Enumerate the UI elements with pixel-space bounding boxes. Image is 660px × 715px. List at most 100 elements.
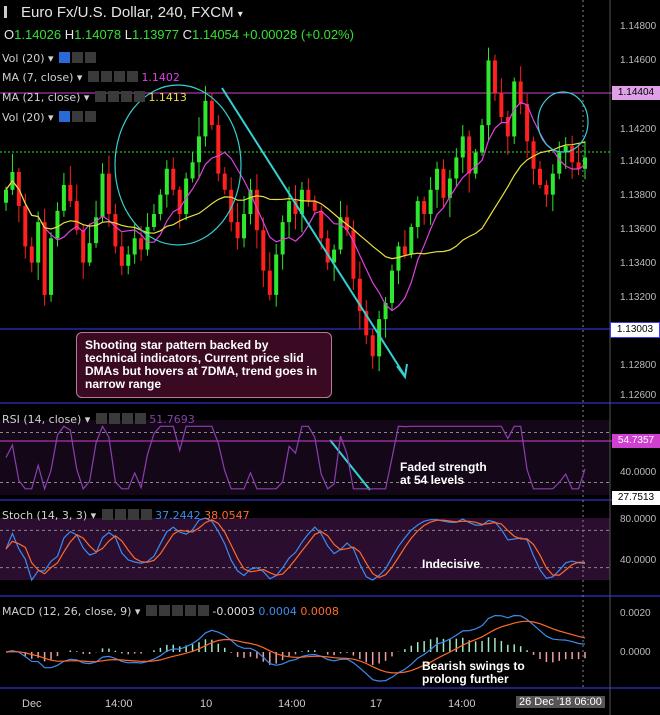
support-tag: 1.13003 [610,322,660,338]
candle-body [190,162,195,179]
vol2-legend[interactable]: Vol (20) ▾ [2,111,97,124]
candle-body [312,201,317,211]
stoch-legend[interactable]: Stoch (14, 3, 3) ▾ 37.2442 38.0547 [2,509,250,522]
rsi-band [0,420,610,495]
candle-body [113,214,118,247]
candle-body [87,243,92,263]
candle-body [145,226,150,250]
candle-body [235,222,240,239]
ma21-legend[interactable]: MA (21, close) ▾ 1.1413 [2,91,187,104]
stoch-band [0,518,610,580]
candle-body [396,246,401,271]
stoch-annotation: Indecisive [422,557,481,571]
candle-body [55,210,60,239]
candle-body [435,168,440,190]
candle-body [158,194,163,215]
candle-body [467,136,472,174]
candle-body [177,189,182,215]
candle-body [460,136,465,158]
candle-body [287,201,292,223]
candle-body [486,60,491,126]
stoch-tick: 40.0000 [620,555,657,566]
candle-body [518,81,523,105]
macd-legend[interactable]: MACD (12, 26, close, 9) ▾ -0.0003 0.0004… [2,605,339,618]
candle-body [402,246,407,255]
price-tick: 1.14000 [620,156,657,167]
candle-body [4,189,8,203]
price-tick: 1.12600 [620,390,657,401]
x-tick: 17 [370,698,383,710]
candle-body [42,222,47,295]
highlight-ellipse [537,91,589,153]
macd-annotation: Bearish swings to prolong further [422,659,525,686]
candle-body [415,201,420,227]
candle-body [106,173,111,215]
price-tick: 1.14800 [620,21,657,32]
candle-body [100,173,105,218]
rsi-tag: 54.7357 [612,434,660,448]
candle-body [441,168,446,198]
rsi-legend[interactable]: RSI (14, close) ▾ 51.7693 [2,413,195,426]
candle-body [409,226,414,255]
x-tick: 14:00 [105,698,133,710]
candle-body [319,210,324,239]
price-tick: 1.14600 [620,55,657,66]
candle-body [274,254,279,295]
candle-body [61,184,66,211]
candle-body [261,230,266,271]
candle-body [454,157,459,179]
candle-body [119,246,124,266]
candle-body [132,238,137,255]
price-tick: 1.14200 [620,124,657,135]
candle-body [480,125,485,153]
ma7-legend[interactable]: MA (7, close) ▾ 1.1402 [2,71,180,84]
candle-body [203,100,208,137]
price-tick: 1.13400 [620,258,657,269]
candle-body [197,136,201,163]
x-tick: Dec [22,698,42,710]
candle-body [570,146,575,163]
candle-body [68,184,73,202]
candle-body [49,238,54,295]
stoch-tick: 80.0000 [620,514,657,525]
candle-body [36,222,41,263]
resistance-tag: 1.14404 [612,86,660,100]
candle-body [537,168,542,185]
rsi-low-tag: 27.7513 [612,491,660,505]
ohlc-readout: O1.14026 H1.14078 L1.13977 C1.14054 +0.0… [4,27,354,42]
price-tick: 1.12800 [620,360,657,371]
candle-body [557,152,562,174]
chevron-down-icon[interactable]: ▾ [238,9,243,20]
close-icon[interactable] [85,52,97,63]
candle-body [222,173,227,190]
candle-body [550,173,555,195]
vol-legend[interactable]: Vol (20) ▾ [2,52,97,65]
candle-body [139,238,144,250]
candle-body [23,205,28,247]
candle-body [583,157,587,169]
candle-body [151,214,156,227]
macd-tick: 0.0000 [620,647,651,658]
candle-body [267,270,272,295]
candle-body [280,222,285,255]
eye-icon[interactable] [59,52,71,63]
candle-body [390,270,394,303]
candle-body [499,92,504,118]
candle-body [171,168,176,190]
macd-tick: 0.0020 [620,608,651,619]
rsi-tick: 40.0000 [620,467,657,478]
symbol-title[interactable]: Euro Fx/U.S. Dollar, 240, FXCM ▾ [4,4,243,21]
candle-body [164,168,169,195]
candle-body [422,201,427,215]
x-tick: 14:00 [278,698,306,710]
candle-body [370,335,375,357]
candle-body [242,214,247,239]
candle-body [306,189,311,202]
settings-icon[interactable] [72,52,84,63]
candle-body [338,217,343,250]
candle-body [428,189,433,215]
x-tick: 10 [200,698,213,710]
chart-type-icon [4,6,17,18]
highlight-ellipse [114,84,242,246]
candle-body [126,254,131,266]
